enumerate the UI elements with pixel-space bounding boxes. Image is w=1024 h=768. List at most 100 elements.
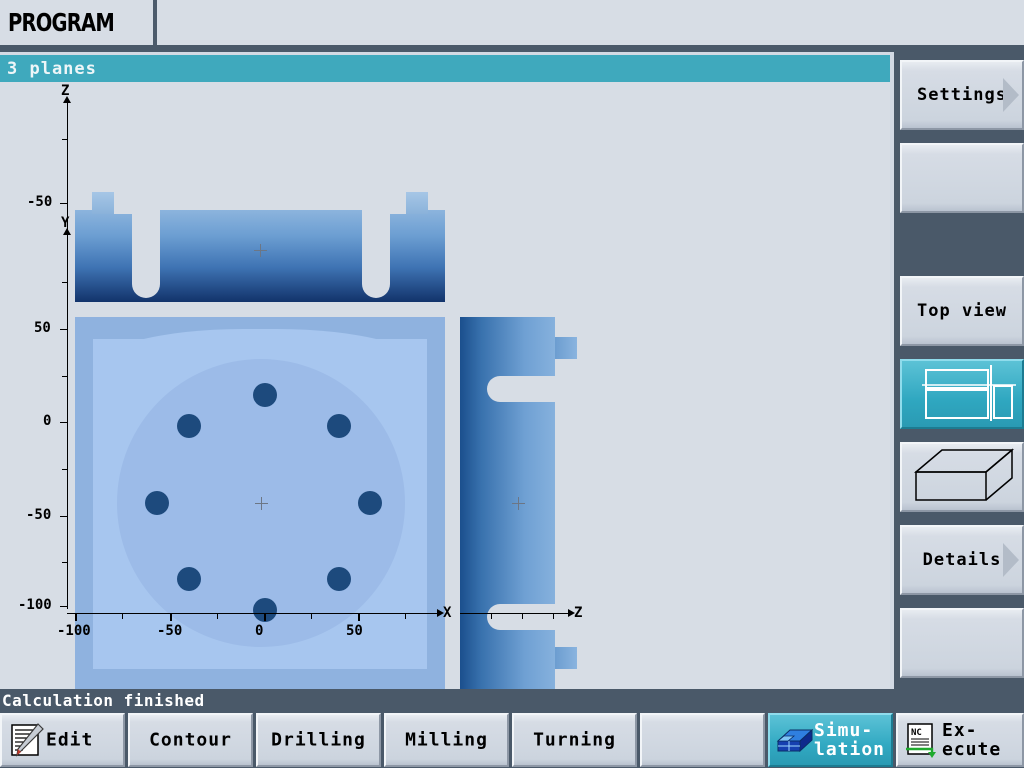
side-view-yz: [460, 317, 577, 689]
z-axis-tick: [60, 203, 68, 204]
softkey-execute-line2: ecute: [942, 739, 1002, 760]
title-bar-right-pane: [157, 0, 1024, 45]
side-view-slot-top: [487, 376, 555, 402]
z-axis-tick-side: [553, 613, 554, 619]
softkey-execute-line1: Ex-: [942, 720, 978, 741]
z-axis-tick-label: -50: [27, 194, 53, 210]
softkey-milling[interactable]: Milling: [384, 713, 509, 767]
chevron-right-icon: [1003, 78, 1019, 112]
x-axis-label: X: [443, 605, 452, 621]
y-axis-tick: [62, 469, 68, 470]
y-axis-tick: [60, 422, 68, 423]
y-axis-tick: [60, 606, 68, 607]
x-axis-tick: [264, 613, 266, 621]
z-axis-tick: [62, 139, 68, 140]
y-axis-tick-label: -50: [26, 507, 52, 523]
side-view-tab-bottom: [555, 647, 577, 669]
drill-hole: [177, 414, 201, 438]
y-axis-tick: [62, 282, 68, 283]
horizontal-softkey-bar: Edit Contour Drilling Milling Turning Si…: [0, 711, 1024, 768]
y-axis-tick-label: -100: [18, 597, 52, 613]
softkey-drilling[interactable]: Drilling: [256, 713, 381, 767]
drill-hole: [358, 491, 382, 515]
drill-hole: [177, 567, 201, 591]
simulation-viewport[interactable]: Z -50 Y 50 0 -50 -100 X -100 -50 0 50 Z: [0, 82, 890, 689]
softkey-simulation-line2: lation: [814, 739, 886, 760]
front-view-slot-right: [362, 210, 390, 298]
title-bar: PROGRAM: [0, 0, 1024, 52]
softkey-3d-view[interactable]: [900, 442, 1024, 512]
front-view-tab-right: [406, 192, 428, 214]
title-bar-underline: [0, 45, 1024, 52]
front-view-tab-left: [92, 192, 114, 214]
cnc-simulation-screen: PROGRAM 3 planes Z -50 Y 50 0 -50 -100 X…: [0, 0, 1024, 768]
z-axis-tick-side: [491, 613, 492, 619]
app-title: PROGRAM: [8, 8, 115, 37]
y-axis-tick-label: 50: [34, 320, 51, 336]
front-view-xz: [75, 192, 445, 302]
x-axis-tick: [217, 613, 218, 619]
softkey-turning[interactable]: Turning: [512, 713, 637, 767]
softkey-details[interactable]: Details: [900, 525, 1024, 595]
z-axis-tick-side: [522, 613, 523, 619]
softkey-simulation[interactable]: Simu-lation: [768, 713, 893, 767]
softkey-turning-label: Turning: [533, 729, 616, 751]
x-axis-tick: [311, 613, 312, 619]
vertical-softkey-bar: Settings Top view Details: [894, 52, 1024, 761]
x-axis-tick: [405, 613, 406, 619]
status-line: Calculation finished: [0, 689, 1024, 711]
softkey-blank-3[interactable]: [640, 713, 765, 767]
x-axis-tick-label: 0: [255, 623, 264, 639]
softkey-top-view-label: Top view: [917, 301, 1007, 321]
z-axis-label-side: Z: [574, 605, 583, 621]
drill-hole: [327, 567, 351, 591]
x-axis-tick-label: -50: [157, 623, 183, 639]
title-bar-divider: [153, 0, 157, 45]
softkey-edit-label: Edit: [46, 729, 94, 751]
drill-hole: [145, 491, 169, 515]
front-view-slot-left-top: [114, 192, 132, 214]
softkey-contour[interactable]: Contour: [128, 713, 253, 767]
softkey-milling-label: Milling: [405, 729, 488, 751]
drill-hole: [253, 383, 277, 407]
svg-text:NC: NC: [911, 728, 922, 738]
drill-hole: [327, 414, 351, 438]
y-axis-label: Y: [61, 215, 70, 231]
view-title-bar: 3 planes: [0, 55, 890, 82]
softkey-edit[interactable]: Edit: [0, 713, 125, 767]
y-axis-tick: [60, 329, 68, 330]
softkey-top-view[interactable]: Top view: [900, 276, 1024, 346]
softkey-contour-label: Contour: [149, 729, 232, 751]
nc-execute-icon: NC: [904, 721, 942, 759]
front-view-slot-left: [132, 210, 160, 298]
softkey-three-planes[interactable]: [900, 359, 1024, 429]
side-view-body: [460, 317, 555, 689]
status-message: Calculation finished: [2, 691, 205, 710]
side-view-tab-top: [555, 337, 577, 359]
simulation-block-icon: [776, 721, 814, 759]
x-axis-tick-label: 50: [346, 623, 363, 639]
softkey-settings[interactable]: Settings: [900, 60, 1024, 130]
softkey-simulation-label: Simu-lation: [814, 721, 889, 759]
x-axis-tick: [75, 613, 77, 621]
x-axis-tick-label: -100: [57, 623, 91, 639]
softkey-execute[interactable]: NC Ex-ecute: [896, 713, 1024, 767]
side-view-slot-bottom: [487, 604, 555, 630]
front-view-slot-right-top: [390, 192, 406, 214]
softkey-simulation-line1: Simu-: [814, 720, 874, 741]
chevron-right-icon: [1003, 543, 1019, 577]
softkey-blank-2[interactable]: [900, 608, 1024, 678]
y-axis-tick-label: 0: [43, 413, 52, 429]
side-view-origin-crosshair: [512, 497, 525, 510]
softkey-drilling-label: Drilling: [271, 729, 366, 751]
softkey-blank-1[interactable]: [900, 143, 1024, 213]
y-axis-tick: [62, 376, 68, 377]
z-axis-label: Z: [61, 83, 70, 99]
top-view-origin-crosshair: [255, 497, 268, 510]
x-axis-tick: [170, 613, 172, 621]
view-title: 3 planes: [7, 59, 97, 79]
y-axis-tick: [60, 516, 68, 517]
softkey-execute-label: Ex-ecute: [942, 721, 1020, 759]
edit-pencil-icon: [8, 721, 46, 759]
y-axis-tick: [62, 562, 68, 563]
